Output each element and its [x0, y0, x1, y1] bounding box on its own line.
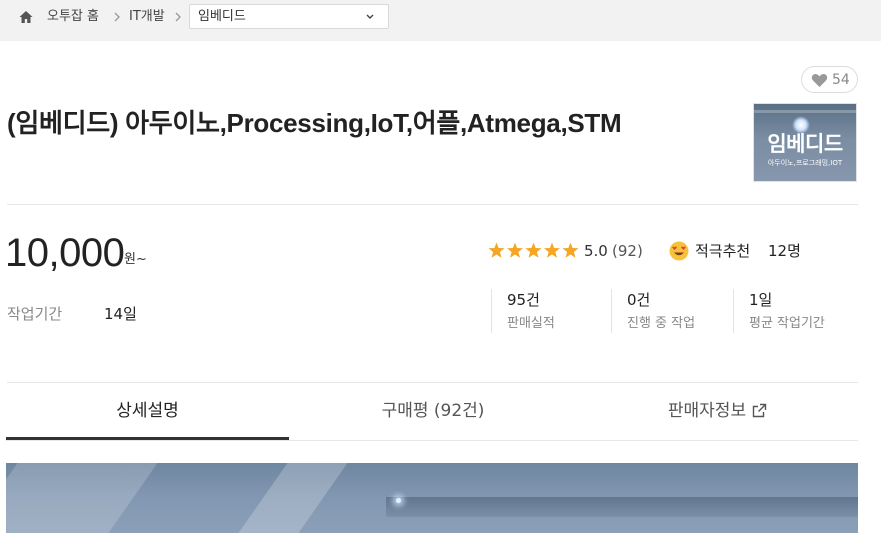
stat-in-progress: 0건 진행 중 작업: [611, 289, 731, 333]
thumbnail-title: 임베디드: [767, 132, 843, 156]
stat-value: 95건: [507, 291, 540, 309]
banner-light-stripe: [6, 463, 158, 533]
breadcrumb-home[interactable]: 오투잡 홈: [47, 9, 99, 25]
stat-value: 1일: [749, 291, 773, 309]
tab-label: 구매평 (92건): [381, 401, 485, 421]
star-icon: [562, 242, 579, 258]
thumbnail-beam: [754, 110, 856, 113]
thumbnail-subtitle: 아두이노,프로그래밍,IOT: [767, 159, 843, 167]
heart-icon: [811, 73, 828, 87]
recommend-label: 적극추천: [695, 242, 751, 260]
chevron-right-icon: [175, 12, 181, 22]
tab-description[interactable]: 상세설명: [6, 383, 289, 440]
stat-label: 진행 중 작업: [627, 316, 696, 331]
chevron-right-icon: [114, 12, 120, 22]
rating-score: 5.0: [584, 242, 608, 260]
work-period-label: 작업기간: [7, 305, 63, 323]
tab-label: 판매자정보: [667, 401, 747, 421]
price-amount: 10,000: [5, 231, 125, 275]
work-period-value: 14일: [104, 305, 137, 323]
rating-count[interactable]: (92): [612, 242, 643, 260]
banner-beam: [386, 497, 858, 517]
gig-thumbnail[interactable]: 임베디드 아두이노,프로그래밍,IOT: [753, 103, 857, 182]
stat-value: 0건: [627, 291, 651, 309]
star-icon: [488, 242, 505, 258]
external-link-icon: [752, 403, 767, 418]
heart-eyes-emoji-icon: [669, 241, 689, 261]
stat-avg-period: 1일 평균 작업기간: [733, 289, 858, 333]
price-unit: 원~: [124, 252, 147, 267]
tab-label: 상세설명: [116, 401, 179, 421]
rating-stars: [488, 242, 579, 258]
home-icon[interactable]: [18, 9, 34, 25]
tab-reviews[interactable]: 구매평 (92건): [289, 383, 577, 440]
recommend-count: 12명: [768, 242, 801, 260]
breadcrumb-category[interactable]: IT개발: [129, 9, 165, 25]
tab-seller-info[interactable]: 판매자정보: [577, 383, 858, 440]
star-icon: [544, 242, 560, 258]
subcategory-select[interactable]: 임베디드: [189, 4, 389, 29]
divider: [7, 204, 858, 205]
star-icon: [525, 242, 542, 258]
star-icon: [507, 242, 523, 258]
tabs-divider: [6, 440, 858, 441]
subcategory-select-value: 임베디드: [198, 9, 246, 24]
stat-sales: 95건 판매실적: [491, 289, 611, 333]
banner-spark: [396, 498, 401, 503]
like-button[interactable]: 54: [801, 66, 858, 93]
stat-label: 평균 작업기간: [749, 316, 825, 331]
chevron-down-icon: [366, 14, 374, 19]
banner-light-stripe: [224, 463, 348, 533]
breadcrumb: 오투잡 홈 IT개발 임베디드: [0, 0, 881, 41]
description-banner-image: [6, 463, 858, 533]
gig-title: (임베디드) 아두이노,Processing,IoT,어플,Atmega,STM: [7, 108, 622, 138]
like-count: 54: [832, 72, 850, 88]
stat-label: 판매실적: [507, 316, 555, 331]
